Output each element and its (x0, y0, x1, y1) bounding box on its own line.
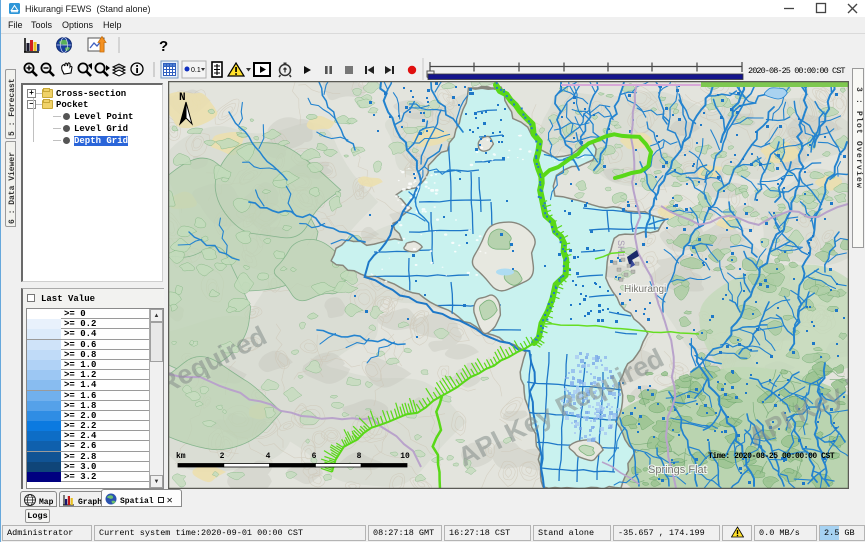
svg-text:?: ? (159, 38, 168, 55)
svg-text:6: 6 (312, 452, 317, 461)
svg-text:4: 4 (266, 452, 271, 461)
svg-text:km: km (176, 452, 186, 461)
svg-text:0.1: 0.1 (191, 67, 201, 74)
svg-text:Hikurangi: Hikurangi (624, 284, 666, 295)
svg-text:Springs Flat: Springs Flat (648, 464, 707, 476)
svg-text:8: 8 (357, 452, 362, 461)
svg-text:N: N (179, 92, 186, 104)
svg-text:Time: 2020-08-25 00:00:00 CST: Time: 2020-08-25 00:00:00 CST (708, 452, 835, 461)
svg-text:SH1: SH1 (616, 240, 626, 258)
svg-text:10: 10 (400, 452, 410, 461)
svg-text:2: 2 (220, 452, 225, 461)
